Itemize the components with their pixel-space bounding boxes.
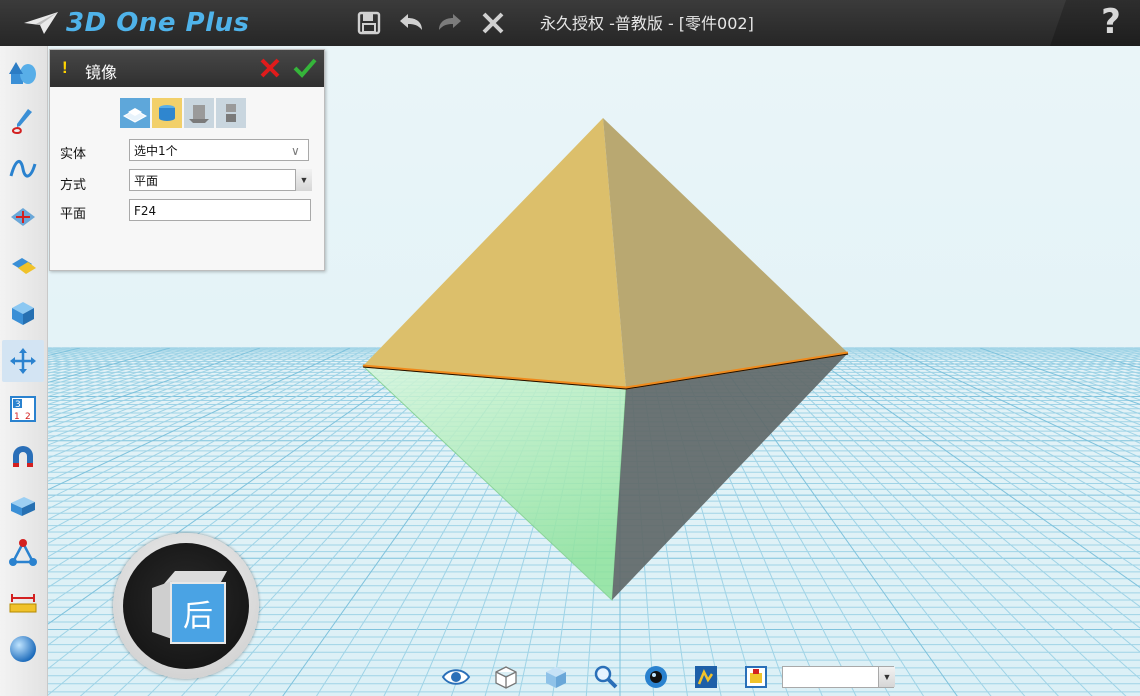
title-bar: 3D One Plus 永久授权 -普教版 - [零件002] ? (0, 0, 1140, 47)
group-icon (11, 497, 35, 516)
checkmark-icon (293, 58, 317, 78)
ruler-button[interactable] (2, 580, 44, 622)
help-button[interactable]: ? (1094, 2, 1128, 42)
camera-button[interactable] (640, 662, 672, 692)
plane-field[interactable]: F24 (129, 199, 311, 221)
mirror-feature-icon (226, 104, 236, 122)
dropdown-arrow-icon[interactable]: ▼ (295, 169, 312, 191)
auto-snap-icon: 3 1 2 (10, 396, 36, 422)
mirror-panel: ! 镜像 实体 选中1个 ∨ 方式 平面 ▼ 平面 F24 (49, 49, 325, 271)
render-mode-button[interactable] (690, 662, 722, 692)
mirror-mode-4-button[interactable] (216, 98, 246, 128)
basic-solid-icon (9, 62, 36, 84)
dropdown-arrow-icon[interactable]: ▼ (878, 667, 895, 687)
wireframe-view-button[interactable] (490, 662, 522, 692)
material-icon (745, 666, 767, 688)
plane-label: 平面 (60, 207, 87, 222)
redo-icon (439, 14, 461, 30)
svg-text:1: 1 (14, 412, 20, 422)
shaded-cube-icon (546, 667, 566, 688)
mirror-mode-2-button[interactable] (152, 98, 182, 128)
undo-icon (400, 14, 422, 30)
camera-icon (645, 666, 667, 688)
feature-modify-button[interactable] (2, 292, 44, 334)
view-cube-back-face[interactable]: 后 (170, 582, 226, 644)
curve-button[interactable] (2, 148, 44, 190)
bottom-toolbar (440, 662, 790, 692)
group-button[interactable] (2, 484, 44, 526)
render-icon (695, 666, 717, 688)
zoom-button[interactable] (590, 662, 622, 692)
app-logo: 3D One Plus (22, 6, 249, 40)
combine-icon (12, 258, 36, 274)
sketch-button[interactable] (2, 100, 44, 142)
left-toolbar: 3 1 2 (0, 46, 48, 696)
cancel-x-icon (260, 58, 280, 78)
distance-measure-icon (9, 539, 37, 566)
method-label: 方式 (60, 178, 87, 193)
mirror-body-icon (159, 105, 175, 121)
view-eye-icon (441, 669, 471, 685)
special-function-icon (11, 208, 35, 226)
view-cube[interactable]: 后 (113, 533, 259, 679)
material-render-icon (10, 636, 36, 662)
redo-button[interactable] (434, 6, 468, 40)
save-icon (357, 11, 381, 35)
sketch-icon (12, 109, 32, 135)
shaded-view-button[interactable] (540, 662, 572, 692)
distance-measure-button[interactable] (2, 532, 44, 574)
material-button[interactable] (740, 662, 772, 692)
panel-header: ! 镜像 (50, 50, 324, 87)
svg-text:2: 2 (25, 412, 31, 422)
special-function-button[interactable] (2, 196, 44, 238)
view-cube-side-face[interactable] (152, 581, 172, 639)
panel-confirm-button[interactable] (292, 56, 318, 80)
magnet-button[interactable] (2, 436, 44, 478)
document-title: 永久授权 -普教版 - [零件002] (540, 14, 754, 33)
mirror-mode-buttons (120, 98, 246, 128)
wireframe-cube-icon (495, 666, 517, 689)
save-button[interactable] (352, 6, 386, 40)
material-render-button[interactable] (2, 628, 44, 670)
panel-title: 镜像 (85, 63, 118, 82)
auto-snap-button[interactable]: 3 1 2 (2, 388, 44, 430)
undo-button[interactable] (393, 6, 427, 40)
curve-icon (9, 160, 37, 178)
panel-cancel-button[interactable] (258, 56, 282, 80)
paper-plane-icon (24, 12, 58, 34)
view-visibility-button[interactable] (440, 662, 472, 692)
entity-label: 实体 (60, 147, 87, 162)
method-select[interactable]: 平面 (129, 169, 311, 191)
entity-field[interactable]: 选中1个 (129, 139, 309, 161)
close-button[interactable] (476, 6, 510, 40)
app-logo-text: 3D One Plus (66, 8, 250, 38)
magnet-icon (13, 446, 33, 467)
basic-edit-icon (10, 348, 36, 374)
feature-modify-icon (12, 302, 34, 325)
combine-button[interactable] (2, 244, 44, 286)
mirror-mode-3-button[interactable] (184, 98, 214, 128)
basic-solid-button[interactable] (2, 52, 44, 94)
zoom-icon (594, 665, 618, 689)
view-cube-background: 后 (123, 543, 249, 669)
warning-icon: ! (62, 58, 68, 77)
mirror-face-icon (189, 105, 209, 123)
ruler-icon (9, 594, 37, 613)
close-icon (482, 12, 504, 34)
mirror-mode-1-button[interactable] (120, 98, 150, 128)
mirror-solid-icon (122, 108, 148, 123)
svg-text:3: 3 (15, 400, 21, 410)
basic-edit-button[interactable] (2, 340, 44, 382)
chevron-down-icon[interactable]: ∨ (291, 144, 300, 158)
